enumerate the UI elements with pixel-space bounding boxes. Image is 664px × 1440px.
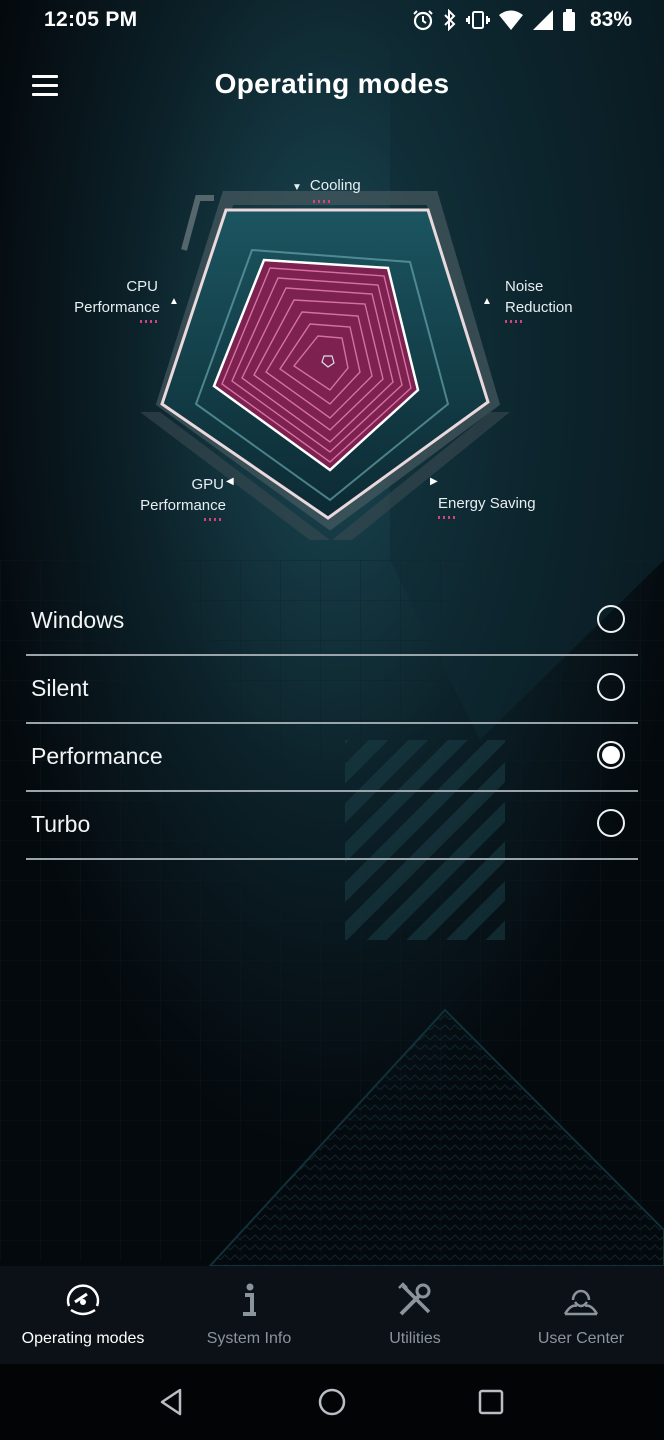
nav-label: System Info <box>206 1330 292 1347</box>
mode-row-windows[interactable]: Windows <box>26 588 638 656</box>
app-bar: Operating modes <box>0 52 664 122</box>
nav-utilities[interactable]: Utilities <box>332 1266 498 1364</box>
wifi-icon <box>499 10 523 30</box>
mode-row-silent[interactable]: Silent <box>26 656 638 724</box>
bottom-navigation: Operating modes System Info Utilities Us… <box>0 1266 664 1364</box>
back-icon[interactable] <box>154 1384 190 1420</box>
mode-label: Silent <box>31 675 89 701</box>
energy-arrow-icon: ▶ <box>430 476 438 487</box>
vibrate-icon <box>466 11 490 29</box>
nav-operating-modes[interactable]: Operating modes <box>0 1266 166 1364</box>
radar-pentagon-graphic <box>140 191 510 540</box>
signal-icon <box>533 10 553 30</box>
radar-label-cpu-performance: CPU Performance <box>68 276 160 323</box>
speedometer-icon <box>66 1284 100 1316</box>
status-bar: 12:05 PM 83% <box>0 0 664 42</box>
nav-system-info[interactable]: System Info <box>166 1266 332 1364</box>
radar-label-gpu-performance: GPU Performance <box>130 474 226 521</box>
gpu-arrow-icon: ◀ <box>226 476 234 487</box>
user-icon <box>563 1289 599 1316</box>
battery-percent: 83% <box>589 8 632 31</box>
recents-icon[interactable] <box>473 1384 509 1420</box>
mode-row-turbo[interactable]: Turbo <box>26 792 638 860</box>
mode-radio-silent[interactable] <box>597 673 625 701</box>
performance-radar: ▼ Cooling CPU Performance ▲ Noise Reducti… <box>0 150 664 570</box>
radar-label-noise-reduction: Noise Reduction <box>505 276 573 323</box>
tools-icon <box>398 1282 431 1316</box>
mode-radio-turbo[interactable] <box>597 809 625 837</box>
mode-label: Turbo <box>31 811 91 837</box>
mode-label: Windows <box>31 607 125 633</box>
nav-label: User Center <box>537 1330 625 1347</box>
system-navigation-bar <box>0 1364 664 1440</box>
mode-label: Performance <box>31 743 163 769</box>
alarm-icon <box>413 10 433 31</box>
page-title: Operating modes <box>214 68 450 99</box>
home-icon[interactable] <box>314 1384 350 1420</box>
mode-row-performance[interactable]: Performance <box>26 724 638 792</box>
status-time: 12:05 PM <box>44 8 138 31</box>
noise-arrow-icon: ▲ <box>482 296 492 307</box>
nav-label: Operating modes <box>21 1330 145 1347</box>
radar-label-cooling: ▼ Cooling <box>292 175 361 203</box>
battery-icon <box>563 9 575 31</box>
mode-radio-windows[interactable] <box>597 605 625 633</box>
status-icons <box>412 6 576 34</box>
radar-label-energy-saving: Energy Saving <box>438 493 536 519</box>
bluetooth-icon <box>444 9 456 31</box>
nav-user-center[interactable]: User Center <box>498 1266 664 1364</box>
mode-radio-performance[interactable] <box>597 741 625 769</box>
operating-mode-list: Windows Silent Performance Turbo <box>26 588 638 860</box>
info-icon <box>243 1283 256 1316</box>
cpu-arrow-icon: ▲ <box>169 296 179 307</box>
nav-label: Utilities <box>389 1330 441 1347</box>
